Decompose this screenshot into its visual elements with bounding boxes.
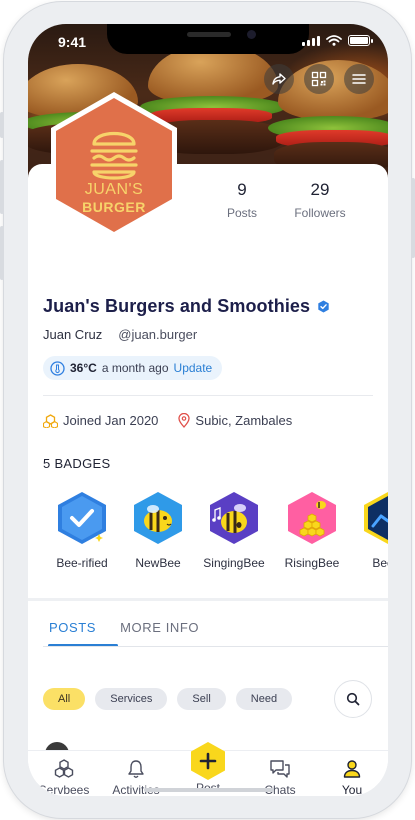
location-pin-icon [178,413,191,428]
header-actions [264,64,374,94]
status-icons [302,35,373,46]
badge-label: SingingBee [203,556,265,570]
thermometer-icon [50,360,65,376]
badges-list: Bee-rified NewBee SingingBee RisingBee B… [28,490,388,580]
search-icon [346,692,360,706]
plus-icon [191,742,225,780]
badge-label: Bee-rified [56,556,108,570]
business-logo: JUAN'S BURGER [51,92,177,238]
check-badge-icon [58,492,106,544]
mute-switch [0,112,4,138]
menu-button[interactable] [344,64,374,94]
app-screen: 9:41 JUAN'S BURGER 9 Posts 29 Followers … [28,24,388,796]
volume-down-button [0,226,4,280]
followers-count: 29 [310,180,330,199]
new-bee-badge-icon [134,492,182,544]
chat-icon [270,760,290,778]
followers-stat[interactable]: 29 Followers [280,180,360,220]
profile-name: Juan's Burgers and Smoothies [43,296,311,316]
badge-label: NewBee [135,556,181,570]
qr-code-icon [311,71,327,87]
nav-you[interactable]: You [316,751,388,796]
power-button [411,178,415,258]
posts-stat[interactable]: 9 Posts [202,180,282,220]
filter-sell[interactable]: Sell [177,688,226,710]
joined-date: Joined Jan 2020 [63,413,159,428]
qr-code-button[interactable] [304,64,334,94]
chart-badge-icon [364,492,388,544]
badge-bee-rified[interactable]: Bee-rified [44,490,120,570]
bell-icon [128,760,144,778]
badge-risingbee[interactable]: RisingBee [274,490,350,570]
volume-up-button [0,160,4,214]
badge-singingbee[interactable]: SingingBee [196,490,272,570]
nav-servbees[interactable]: Servbees [28,751,100,796]
owner-row: Juan Cruz @juan.burger [43,327,197,342]
meta-row: Joined Jan 2020 Subic, Zambales [43,413,292,428]
username: @juan.burger [118,327,198,342]
profile-tabs: POSTS MORE INFO [43,618,205,643]
search-posts-button[interactable] [334,680,372,718]
badges-title: 5 BADGES [43,456,111,471]
status-time: 9:41 [58,34,87,50]
logo-text-line1: JUAN'S [85,181,144,198]
share-icon [272,73,286,85]
user-icon [343,760,361,778]
location: Subic, Zambales [195,413,293,428]
badge-label: Bee-k [372,556,388,570]
battery-icon [348,35,373,46]
profile-name-row: Juan's Burgers and Smoothies [43,296,330,317]
rising-bee-badge-icon [288,492,336,544]
logo-text-line2: BURGER [82,199,146,215]
badge-label: RisingBee [284,556,340,570]
singing-bee-badge-icon [210,492,258,544]
wifi-icon [326,35,342,46]
weather-temp: 36°C [70,361,97,375]
followers-label: Followers [294,206,346,220]
tab-more-info[interactable]: MORE INFO [114,618,205,643]
filter-services[interactable]: Services [95,688,168,710]
hive-icon [43,413,58,428]
home-indicator [144,788,274,792]
weather-pill: 36°C a month ago Update [43,356,223,380]
divider [43,395,373,396]
share-button[interactable] [264,64,294,94]
nav-label: You [341,783,363,796]
filter-need[interactable]: Need [235,688,293,710]
cellular-signal-icon [302,36,320,46]
posts-count: 9 [237,180,247,199]
section-separator [28,598,388,601]
weather-update-link[interactable]: Update [174,361,213,375]
tab-posts[interactable]: POSTS [43,618,102,643]
filter-all[interactable]: All [43,688,86,710]
owner-name: Juan Cruz [43,327,103,342]
badge-newbee[interactable]: NewBee [120,490,196,570]
nav-label: Servbees [38,783,90,796]
weather-time: a month ago [101,361,169,375]
tabs-divider [43,646,388,647]
post-filters: All Services Sell Need [43,688,293,710]
posts-label: Posts [226,206,257,220]
hamburger-menu-icon [352,74,366,84]
badge-bee-k[interactable]: Bee-k [350,490,388,570]
servbees-icon [54,759,74,778]
notch [107,24,309,54]
verified-icon [318,300,329,313]
